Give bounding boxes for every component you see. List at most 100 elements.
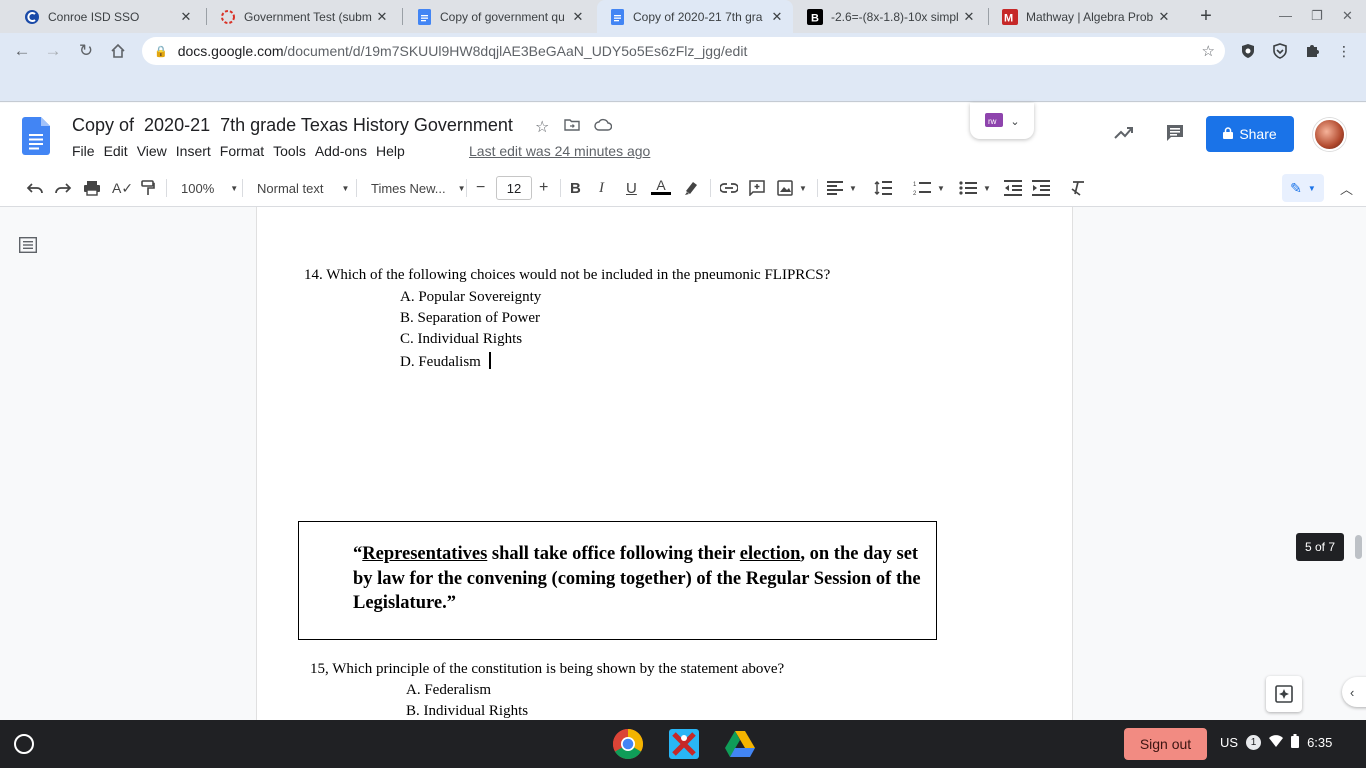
highlight-color-icon[interactable] [683, 178, 699, 198]
conroe-favicon-icon [24, 9, 40, 25]
underline-icon[interactable]: U [626, 178, 637, 198]
menu-insert[interactable]: Insert [174, 143, 218, 159]
system-tray[interactable]: US 1 6:35 [1220, 734, 1332, 751]
close-window-icon[interactable]: ✕ [1342, 8, 1353, 24]
privacy-extension-icon[interactable] [1271, 42, 1289, 60]
font-size-input[interactable]: 12 [496, 176, 532, 200]
wifi-icon [1269, 735, 1284, 750]
document-title[interactable]: Copy of 2020-21 7th grade Texas History … [72, 115, 513, 136]
restore-icon[interactable]: ❐ [1311, 8, 1323, 24]
cloud-saved-icon[interactable] [594, 117, 613, 138]
addon-label: rw [988, 117, 997, 126]
star-icon[interactable]: ☆ [535, 117, 549, 137]
bookmark-star-icon[interactable]: ☆ [1202, 42, 1215, 60]
explore-button[interactable] [1266, 676, 1302, 712]
move-folder-icon[interactable] [564, 117, 580, 138]
docs-header: Copy of 2020-21 7th grade Texas History … [0, 103, 1366, 169]
mathway-favicon-icon: M [1002, 8, 1018, 25]
minimize-icon[interactable]: — [1279, 8, 1292, 23]
share-label: Share [1239, 126, 1277, 142]
docs-toolbar: A✓ 100% ▼ Normal text ▼ Times New... ▼ − 12… [0, 169, 1366, 207]
lock-icon[interactable]: 🔒 [154, 45, 168, 58]
bold-icon[interactable]: B [570, 178, 581, 198]
extensions-puzzle-icon[interactable] [1303, 42, 1321, 60]
question-15: 15, Which principle of the constitution … [310, 661, 785, 677]
tab-copy-government[interactable]: Copy of government qu ✕ [404, 0, 594, 33]
insert-link-icon[interactable] [720, 178, 738, 198]
tab-close-icon[interactable]: ✕ [570, 9, 586, 25]
q15-option-b: B. Individual Rights [406, 703, 529, 719]
document-page[interactable]: 14. Which of the following choices would… [256, 207, 1073, 720]
home-icon[interactable] [106, 39, 130, 63]
tab-brainly[interactable]: B -2.6=-(8x-1.8)-10x simpl ✕ [795, 0, 985, 33]
align-icon[interactable]: ▼ [827, 178, 857, 198]
menu-add-ons[interactable]: Add-ons [313, 143, 374, 159]
paint-format-icon[interactable] [141, 178, 155, 198]
tab-conroe-sso[interactable]: Conroe ISD SSO ✕ [12, 0, 202, 33]
decrease-font-size-icon[interactable]: − [476, 178, 485, 198]
menu-file[interactable]: File [70, 143, 102, 159]
text-color-icon[interactable]: A [651, 178, 671, 198]
chrome-menu-icon[interactable]: ⋮ [1335, 42, 1353, 60]
insert-comment-icon[interactable] [749, 178, 765, 198]
activity-dashboard-icon[interactable] [1114, 123, 1134, 146]
comment-history-icon[interactable] [1165, 123, 1185, 149]
share-button[interactable]: Share [1206, 116, 1294, 152]
url-host: docs.google.com [177, 43, 284, 59]
side-panel-chevron-left-icon[interactable]: ‹ [1342, 677, 1366, 707]
paragraph-style-select[interactable]: Normal text ▼ [257, 178, 349, 198]
decrease-indent-icon[interactable] [1004, 178, 1022, 198]
forward-icon[interactable]: → [41, 39, 65, 63]
app-icon-x[interactable] [668, 728, 700, 760]
increase-font-size-icon[interactable]: + [539, 178, 548, 198]
address-bar[interactable]: 🔒 docs.google.com/document/d/19m7SKUUl9H… [142, 37, 1225, 65]
reload-icon[interactable]: ↻ [74, 39, 98, 63]
tab-close-icon[interactable]: ✕ [178, 9, 194, 25]
insert-image-icon[interactable]: ▼ [777, 178, 807, 198]
spellcheck-icon[interactable]: A✓ [112, 178, 133, 198]
tab-copy-2020-21-active[interactable]: Copy of 2020-21 7th gra ✕ [597, 0, 793, 33]
new-tab-button[interactable]: + [1196, 6, 1216, 26]
redo-icon[interactable] [54, 178, 72, 198]
menu-view[interactable]: View [135, 143, 174, 159]
sign-out-button[interactable]: Sign out [1124, 728, 1207, 760]
font-family-select[interactable]: Times New... ▼ [371, 178, 466, 198]
brainly-favicon-icon: B [807, 8, 823, 25]
tab-close-icon[interactable]: ✕ [769, 9, 785, 25]
menu-tools[interactable]: Tools [271, 143, 313, 159]
addon-launcher[interactable]: rw ⌄ [970, 103, 1034, 139]
docs-logo-icon[interactable] [22, 117, 50, 155]
numbered-list-icon[interactable]: 1 2 ▼ [913, 178, 945, 198]
undo-icon[interactable] [26, 178, 44, 198]
avatar[interactable] [1313, 118, 1346, 151]
editing-mode-button[interactable]: ✎ ▼ [1282, 174, 1324, 202]
google-drive-icon[interactable] [724, 728, 756, 760]
line-spacing-icon[interactable] [874, 178, 892, 198]
menu-format[interactable]: Format [218, 143, 271, 159]
caret-down-icon: ▼ [341, 183, 350, 193]
document-outline-icon[interactable] [18, 236, 38, 258]
back-icon[interactable]: ← [10, 39, 34, 63]
svg-text:1: 1 [913, 182, 917, 188]
last-edit-link[interactable]: Last edit was 24 minutes ago [469, 143, 650, 159]
tab-close-icon[interactable]: ✕ [374, 9, 390, 25]
shield-extension-icon[interactable] [1239, 42, 1257, 60]
tab-mathway[interactable]: M Mathway | Algebra Prob ✕ [990, 0, 1180, 33]
print-icon[interactable] [83, 178, 101, 198]
increase-indent-icon[interactable] [1032, 178, 1050, 198]
italic-icon[interactable]: I [599, 178, 604, 198]
text-cursor [488, 352, 491, 369]
svg-text:2: 2 [913, 191, 917, 196]
bulleted-list-icon[interactable]: ▼ [959, 178, 991, 198]
launcher-icon[interactable] [14, 734, 34, 754]
chrome-app-icon[interactable] [612, 728, 644, 760]
tab-government-test[interactable]: Government Test (subm ✕ [208, 0, 398, 33]
menu-help[interactable]: Help [374, 143, 412, 159]
tab-close-icon[interactable]: ✕ [1156, 9, 1172, 25]
hide-menus-chevron-up-icon[interactable]: ︿ [1340, 178, 1353, 198]
clear-formatting-icon[interactable] [1070, 178, 1086, 198]
menu-edit[interactable]: Edit [102, 143, 135, 159]
zoom-select[interactable]: 100% ▼ [181, 178, 238, 198]
vertical-scrollbar[interactable] [1355, 535, 1362, 559]
tab-close-icon[interactable]: ✕ [961, 9, 977, 25]
